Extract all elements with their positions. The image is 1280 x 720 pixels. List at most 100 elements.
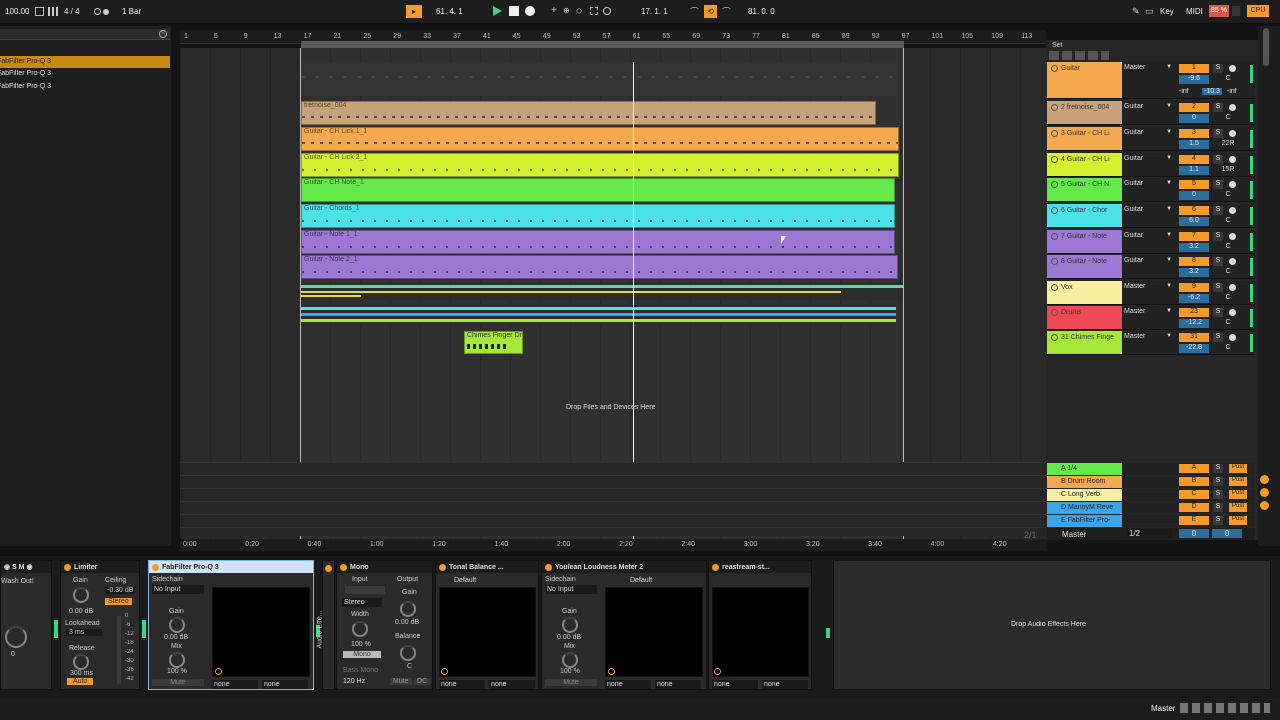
limiter-release-knob[interactable] (73, 654, 89, 670)
power-icon[interactable] (340, 563, 347, 571)
solo-button[interactable]: S (1213, 490, 1223, 499)
arm-button[interactable] (1229, 104, 1236, 111)
track-name[interactable]: 7 Guitar - Note (1047, 230, 1122, 253)
solo-button[interactable]: S (1213, 64, 1223, 73)
return-activator[interactable]: C (1179, 490, 1209, 499)
plugin-edit-icon[interactable] (608, 668, 615, 675)
metronome-bars-icon[interactable] (48, 7, 58, 16)
param-select[interactable]: none (712, 680, 758, 689)
track-output-select[interactable]: Guitar (1124, 257, 1172, 266)
device-fabfilter-proq3[interactable]: FabFilter Pro-Q 3 Sidechain No Input Gai… (148, 560, 314, 690)
track-header[interactable]: 2 fretnoise_004 Guitar ▼ 2 S 0 C (1047, 101, 1255, 125)
track-pan[interactable]: C (1213, 243, 1243, 252)
mix-knob[interactable] (169, 652, 185, 668)
solo-button[interactable]: S (1213, 283, 1223, 292)
power-icon[interactable] (545, 563, 552, 571)
time-signature[interactable]: 4 / 4 (64, 7, 80, 16)
guitar-group-summary[interactable] (301, 62, 896, 96)
track-volume[interactable]: -22.8 (1179, 344, 1209, 353)
clip-fretnoise[interactable]: fretnoise_004 (301, 101, 876, 125)
post-button[interactable]: Post (1229, 464, 1247, 473)
track-fold-icon[interactable] (1051, 104, 1058, 111)
track-activator[interactable]: 31 (1179, 333, 1209, 342)
solo-button[interactable]: S (1213, 333, 1223, 342)
return-track-header[interactable]: D MannyM Reve D S Post (1047, 502, 1255, 514)
plugin-display[interactable] (212, 587, 310, 677)
chevron-down-icon[interactable]: ▼ (1166, 206, 1172, 212)
draw-mode-icon[interactable]: ✎ (1132, 6, 1140, 17)
master-output[interactable]: 1/2 (1127, 529, 1172, 538)
preset-name[interactable]: Default (630, 577, 652, 584)
wash-knob[interactable] (5, 626, 27, 648)
track-output-select[interactable]: Guitar (1124, 206, 1172, 215)
track-header[interactable]: 31 Chimes Finge Master ▼ 31 S -22.8 C (1047, 331, 1255, 355)
arm-button[interactable] (1229, 156, 1236, 163)
arm-button[interactable] (1229, 284, 1236, 291)
track-output-select[interactable]: Master (1124, 333, 1172, 342)
track-activator[interactable]: 7 (1179, 232, 1209, 241)
quantize-select[interactable]: 1 Bar (122, 7, 141, 16)
track-name[interactable]: Vox (1047, 281, 1122, 304)
track-name[interactable]: 2 fretnoise_004 (1047, 101, 1122, 124)
track-fold-icon[interactable] (1051, 233, 1058, 240)
chevron-down-icon[interactable]: ▼ (1166, 129, 1172, 135)
solo-button[interactable]: S (1213, 232, 1223, 241)
bass-mono-button[interactable]: Bass Mono (343, 667, 378, 674)
browser-item[interactable]: FabFilter Pro-Q 3 (0, 70, 170, 77)
track-fold-icon[interactable] (1051, 334, 1058, 341)
plugin-display[interactable] (712, 587, 809, 677)
param-select[interactable]: none (762, 680, 808, 689)
device-mono[interactable]: Mono Input Output Stereo Width 100 % Mon… (336, 560, 433, 690)
chevron-down-icon[interactable]: ▼ (1166, 308, 1172, 314)
return-activator[interactable]: D (1179, 503, 1209, 512)
track-volume[interactable]: 0 (1179, 191, 1209, 200)
track-pan[interactable]: C (1213, 114, 1243, 123)
limiter-gain-knob[interactable] (73, 587, 89, 603)
track-pan[interactable]: C (1213, 344, 1243, 353)
track-fold-icon[interactable] (1051, 130, 1058, 137)
track-volume[interactable]: 1.1 (1179, 166, 1209, 175)
track-output-select[interactable]: Master (1124, 308, 1172, 317)
track-pan[interactable]: 15R (1213, 166, 1243, 175)
right-scrollbar[interactable] (1258, 26, 1280, 546)
return-track-name[interactable]: D MannyM Reve (1047, 502, 1122, 514)
clip-vox[interactable] (301, 283, 903, 300)
track-header[interactable]: Guitar Master ▼ 1 S -9.6 C -inf -10.3 -inf (1047, 62, 1255, 99)
track-name[interactable]: Guitar (1047, 62, 1122, 98)
track-activator[interactable]: 1 (1179, 64, 1209, 73)
param-select[interactable]: none (262, 680, 308, 689)
gain-knob[interactable] (562, 617, 578, 633)
arm-button[interactable] (1229, 130, 1236, 137)
width-knob[interactable] (352, 621, 368, 637)
track-header[interactable]: 3 Guitar - CH Li Guitar ▼ 3 S 1.5 22R (1047, 127, 1255, 151)
track-output-select[interactable]: Guitar (1124, 180, 1172, 189)
key-map-button[interactable]: Key (1160, 7, 1174, 16)
chevron-down-icon[interactable]: ▼ (1166, 155, 1172, 161)
solo-button[interactable]: S (1213, 464, 1223, 473)
track-name[interactable]: 5 Guitar - CH N (1047, 178, 1122, 201)
track-name[interactable]: 6 Guitar - Chor (1047, 204, 1122, 227)
track-activator[interactable]: 3 (1179, 129, 1209, 138)
track-pan[interactable]: 22R (1213, 140, 1243, 149)
master-volume[interactable]: 0 (1179, 529, 1209, 538)
browser-close-icon[interactable]: × (159, 30, 167, 38)
track-pan[interactable]: C (1213, 268, 1243, 277)
track-header[interactable]: Vox Master ▼ 9 S -6.2 C (1047, 281, 1255, 305)
track-header[interactable]: 6 Guitar - Chor Guitar ▼ 6 S 6.0 C (1047, 204, 1255, 228)
param-select[interactable]: none (489, 680, 535, 689)
send-knob-icon[interactable] (1260, 501, 1269, 510)
track-volume[interactable]: 3.2 (1179, 243, 1209, 252)
track-name[interactable]: Drums (1047, 306, 1122, 329)
chevron-down-icon[interactable]: ▼ (1166, 333, 1172, 339)
solo-button[interactable]: S (1213, 206, 1223, 215)
arm-button[interactable] (1229, 233, 1236, 240)
device-tonal-balance[interactable]: Tonal Balance ... Default none none (435, 560, 539, 690)
return-track-header[interactable]: C Long Verb C S Post (1047, 489, 1255, 501)
send-knob-icon[interactable] (1260, 475, 1269, 484)
track-fold-icon[interactable] (1051, 156, 1058, 163)
follow-button[interactable]: ▸ (406, 5, 422, 18)
clip-ch-lick-1[interactable]: Guitar - CH Lick 1_1 (301, 127, 899, 151)
stop-button[interactable] (509, 6, 519, 16)
track-fold-icon[interactable] (1051, 207, 1058, 214)
chevron-down-icon[interactable]: ▼ (1166, 64, 1172, 70)
